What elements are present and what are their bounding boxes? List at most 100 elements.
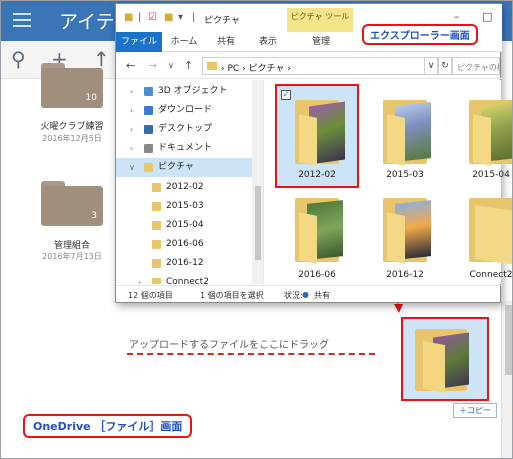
new-folder-icon[interactable]: ■ xyxy=(164,12,173,23)
up-arrow-icon[interactable]: ↑ xyxy=(184,59,193,72)
status-selected-count: 1 個の項目を選択 xyxy=(200,291,264,300)
onedrive-scrollbar[interactable] xyxy=(501,301,512,458)
folder-name: 2015-04 xyxy=(472,170,510,180)
forward-arrow-icon[interactable]: → xyxy=(148,59,157,72)
nav-scrollbar[interactable] xyxy=(252,80,263,284)
nav-item-label: ダウンロード xyxy=(158,105,213,115)
file-view: ✓ 2012-02 2015-03 2015-04 2016-06 2016-1… xyxy=(265,80,512,286)
chevron-right-icon[interactable]: › xyxy=(130,101,133,120)
folder-date: 2016年12月5日 xyxy=(42,134,102,143)
folder-icon xyxy=(152,278,161,284)
nav-item-label: デスクトップ xyxy=(158,124,213,134)
hamburger-menu-icon[interactable] xyxy=(13,13,31,29)
chevron-right-icon[interactable]: › xyxy=(138,273,141,284)
folder-icon: ■ xyxy=(124,12,134,23)
breadcrumb-pc[interactable]: PC xyxy=(227,64,239,74)
window-title: ピクチャ xyxy=(204,16,240,26)
folder-icon xyxy=(152,221,161,230)
tab-share[interactable]: 共有 xyxy=(208,32,244,52)
cube-icon xyxy=(144,87,153,96)
drag-ghost-folder xyxy=(401,317,489,401)
minimize-icon[interactable]: – xyxy=(454,10,460,23)
nav-item-folder[interactable]: 2016-12 xyxy=(116,254,252,273)
status-bar: 12 個の項目 1 個の項目を選択 状況: ● 共有 xyxy=(116,285,502,303)
folder-name: 2015-03 xyxy=(386,170,424,180)
status-shared: 共有 xyxy=(314,291,330,300)
folder-tile[interactable]: 2016-12 xyxy=(365,186,445,286)
nav-item-label: Connect2 xyxy=(166,277,209,284)
nav-item-label: 3D オブジェクト xyxy=(158,86,228,96)
nav-item-folder[interactable]: 2015-03 xyxy=(116,197,252,216)
navigation-pane: › 3D オブジェクト › ダウンロード › デスクトップ › ドキュメント ∨ ピクチャ… xyxy=(116,80,264,284)
nav-item-pictures[interactable]: ∨ ピクチャ xyxy=(116,158,252,177)
status-state-label: 状況: xyxy=(284,291,303,300)
nav-item-3d-objects[interactable]: › 3D オブジェクト xyxy=(116,82,252,101)
nav-item-folder[interactable]: 2012-02 xyxy=(116,178,252,197)
status-item-count: 12 個の項目 xyxy=(128,291,173,300)
folder-name: 2016-06 xyxy=(298,270,336,280)
breadcrumb-pictures[interactable]: ピクチャ xyxy=(249,64,285,74)
chevron-right-icon[interactable]: › xyxy=(130,139,133,158)
nav-item-documents[interactable]: › ドキュメント xyxy=(116,139,252,158)
search-icon[interactable]: ⚲ xyxy=(11,47,26,71)
folder-tile[interactable]: 2015-03 xyxy=(365,86,445,186)
divider-icon: | xyxy=(192,12,196,23)
onedrive-callout-label: OneDrive ［ファイル］画面 xyxy=(23,414,193,438)
selection-highlight xyxy=(275,84,359,188)
nav-item-label: 2015-04 xyxy=(166,220,204,230)
address-dropdown-icon[interactable]: ∨ xyxy=(424,57,438,75)
folder-item-count: 10 xyxy=(85,93,97,103)
folder-icon xyxy=(152,202,161,211)
address-box[interactable]: › PC › ピクチャ › xyxy=(202,57,428,75)
nav-item-folder[interactable]: 2016-06 xyxy=(116,235,252,254)
nav-item-label: 2012-02 xyxy=(166,182,204,192)
folder-date: 2016年7月13日 xyxy=(42,252,102,261)
document-icon xyxy=(144,144,153,153)
folder-tile[interactable]: 2016-06 xyxy=(277,186,357,286)
chevron-right-icon[interactable]: › xyxy=(130,120,133,139)
tab-file[interactable]: ファイル xyxy=(116,32,162,52)
explorer-window: ■ | ☑ ■ ▾ | ピクチャ ピクチャ ツール – □ ファイル ホーム 共… xyxy=(115,3,512,303)
folder-name: Connect2 xyxy=(469,270,513,280)
nav-item-downloads[interactable]: › ダウンロード xyxy=(116,101,252,120)
folder-name: 火曜クラブ練習 xyxy=(40,122,104,132)
nav-item-desktop[interactable]: › デスクトップ xyxy=(116,120,252,139)
nav-item-folder[interactable]: 2015-04 xyxy=(116,216,252,235)
folder-tile[interactable]: Connect2 xyxy=(451,186,513,286)
onedrive-app-title: アイテ xyxy=(59,11,115,33)
maximize-icon[interactable]: □ xyxy=(482,10,492,23)
nav-item-label: ドキュメント xyxy=(158,143,213,153)
refresh-icon[interactable]: ↻ xyxy=(438,57,452,75)
shared-people-icon: ● xyxy=(302,290,309,299)
desktop-icon xyxy=(144,125,153,134)
contextual-tab-header: ピクチャ ツール xyxy=(287,8,353,33)
chevron-down-icon[interactable]: ∨ xyxy=(129,158,135,177)
nav-item-label: 2016-12 xyxy=(166,258,204,268)
quick-access-dropdown-icon[interactable]: ▾ xyxy=(178,12,183,23)
screen: アイテ ⚲ + ↑ 10 火曜クラブ練習 2016年12月5日 3 管理組合 2… xyxy=(0,0,513,459)
recent-dropdown-icon[interactable]: ∨ xyxy=(168,61,174,70)
folder-icon xyxy=(152,259,161,268)
address-bar-row: ← → ∨ ↑ › PC › ピクチャ › ∨ ↻ ピクチャの検索 xyxy=(116,53,502,79)
folder-item-count: 3 xyxy=(91,211,97,221)
divider-icon: | xyxy=(138,12,142,23)
explorer-callout-label: エクスプローラー画面 xyxy=(362,24,478,45)
tab-view[interactable]: 表示 xyxy=(250,32,286,52)
back-arrow-icon[interactable]: ← xyxy=(126,59,135,72)
download-icon xyxy=(144,106,153,115)
pictures-folder-icon xyxy=(144,163,153,172)
tab-home[interactable]: ホーム xyxy=(166,32,202,52)
folder-icon xyxy=(207,62,217,70)
chevron-right-icon[interactable]: › xyxy=(130,82,133,101)
folder-icon xyxy=(152,240,161,249)
folder-icon xyxy=(152,183,161,192)
folder-tile[interactable]: 2015-04 xyxy=(451,86,512,186)
copy-badge: ＋コピー xyxy=(453,403,497,418)
drop-hint-underline xyxy=(127,353,375,355)
nav-item-label: 2016-06 xyxy=(166,239,204,249)
search-input[interactable]: ピクチャの検索 xyxy=(452,57,500,75)
checkbox-icon[interactable]: ☑ xyxy=(148,12,157,23)
tab-manage[interactable]: 管理 xyxy=(296,32,346,52)
nav-item-folder[interactable]: › Connect2 xyxy=(116,273,252,284)
breadcrumb-separator: › xyxy=(284,64,291,74)
